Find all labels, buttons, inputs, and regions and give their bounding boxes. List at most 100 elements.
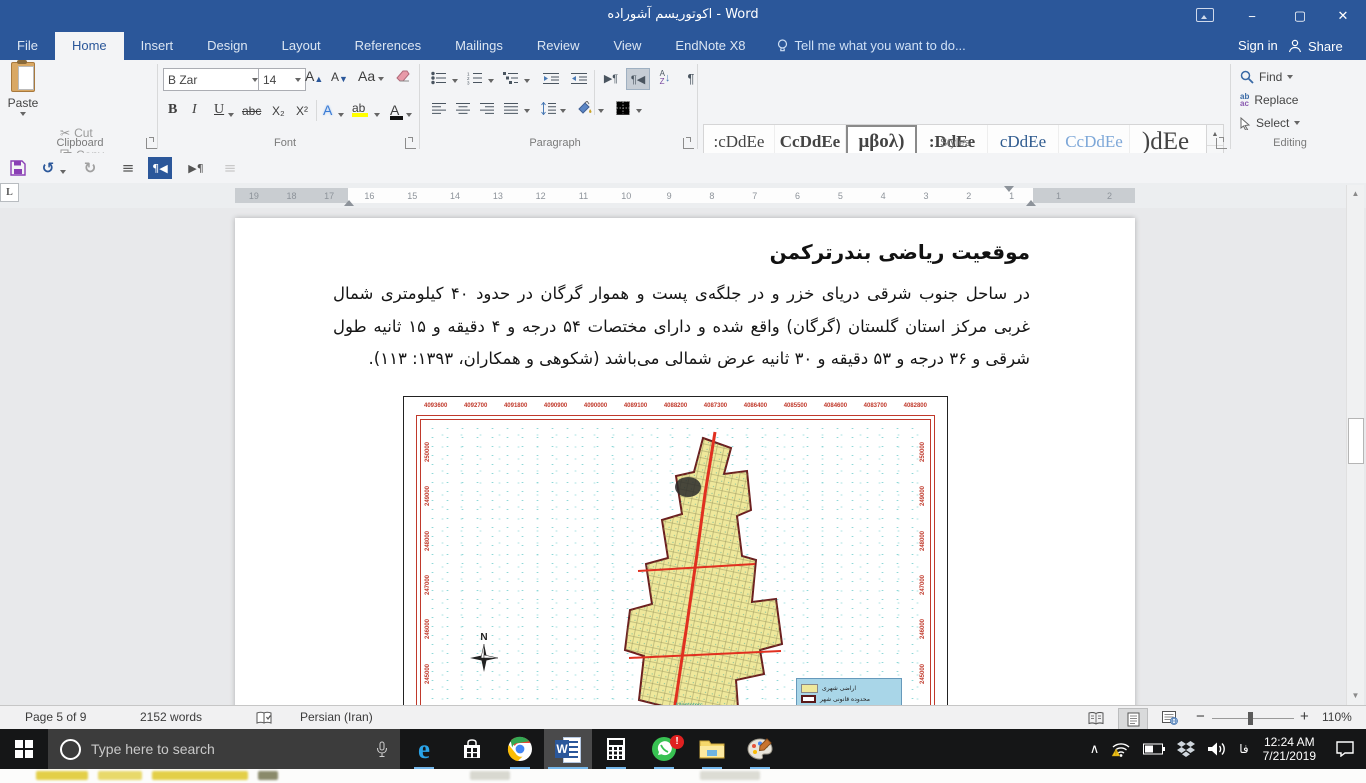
text-effects-button[interactable]: A bbox=[323, 102, 332, 118]
taskbar-store[interactable] bbox=[448, 729, 496, 769]
select-button[interactable]: Select bbox=[1240, 116, 1300, 130]
font-size-combobox[interactable]: 14 bbox=[258, 68, 306, 91]
zoom-slider-thumb[interactable] bbox=[1248, 712, 1253, 725]
scroll-up-arrow[interactable]: ▲ bbox=[1349, 186, 1362, 201]
subscript-button[interactable]: X₂ bbox=[272, 104, 285, 118]
taskbar-edge[interactable]: e bbox=[400, 729, 448, 769]
read-mode-button[interactable] bbox=[1082, 708, 1110, 728]
zoom-out-button[interactable]: − bbox=[1196, 708, 1205, 725]
align-right-button[interactable] bbox=[476, 98, 498, 118]
vertical-scrollbar[interactable]: ▲ ▼ bbox=[1346, 185, 1364, 705]
ribbon-display-options-icon[interactable] bbox=[1196, 8, 1214, 22]
sort-button[interactable]: AZ↓ bbox=[654, 68, 676, 88]
paragraph-dialog-launcher[interactable] bbox=[683, 138, 694, 149]
line-spacing-dropdown[interactable] bbox=[560, 109, 566, 116]
bullets-dropdown[interactable] bbox=[452, 79, 458, 86]
grow-font-button[interactable]: A▲ bbox=[305, 68, 323, 84]
text-effects-dropdown[interactable] bbox=[338, 113, 344, 120]
tab-mailings[interactable]: Mailings bbox=[438, 32, 520, 60]
clipboard-dialog-launcher[interactable] bbox=[146, 138, 157, 149]
line-spacing-button[interactable] bbox=[538, 98, 560, 118]
taskbar-search-box[interactable]: Type here to search bbox=[48, 729, 400, 769]
map-figure[interactable]: 4093600409270040918004090900409000040891… bbox=[403, 396, 948, 705]
multilevel-dropdown[interactable] bbox=[524, 79, 530, 86]
print-layout-button[interactable] bbox=[1118, 708, 1148, 730]
change-case-button[interactable]: Aa bbox=[358, 68, 384, 84]
decrease-indent-button[interactable] bbox=[540, 68, 562, 88]
numbering-button[interactable]: 123 bbox=[464, 68, 486, 88]
share-button[interactable]: Share bbox=[1288, 32, 1343, 60]
left-indent-marker[interactable] bbox=[344, 195, 354, 206]
font-dialog-launcher[interactable] bbox=[405, 138, 416, 149]
scroll-down-arrow[interactable]: ▼ bbox=[1349, 688, 1362, 703]
strikethrough-button[interactable]: abc bbox=[242, 104, 261, 118]
document-page[interactable]: موقعیت ریاضی بندرترکمن در ساحل جنوب شرقی… bbox=[235, 218, 1135, 705]
increase-indent-button[interactable] bbox=[568, 68, 590, 88]
sign-in-link[interactable]: Sign in bbox=[1238, 38, 1278, 53]
italic-button[interactable]: I bbox=[192, 102, 197, 118]
justify-button[interactable] bbox=[500, 98, 522, 118]
first-line-indent-marker[interactable] bbox=[1004, 186, 1014, 197]
taskbar-explorer[interactable] bbox=[688, 729, 736, 769]
find-button[interactable]: Find bbox=[1240, 70, 1293, 84]
scrollbar-thumb[interactable] bbox=[1348, 418, 1364, 464]
tab-view[interactable]: View bbox=[596, 32, 658, 60]
align-left-button[interactable] bbox=[428, 98, 450, 118]
shrink-font-button[interactable]: A▼ bbox=[331, 70, 348, 84]
rtl-direction-button[interactable]: ¶◀ bbox=[626, 68, 650, 90]
undo-button[interactable]: ↺ bbox=[36, 157, 60, 179]
qat-ghost-button[interactable]: ≡ bbox=[218, 157, 242, 179]
taskbar-calculator[interactable] bbox=[592, 729, 640, 769]
action-center-icon[interactable] bbox=[1324, 729, 1366, 769]
redo-button[interactable]: ↻ bbox=[78, 157, 102, 179]
font-color-button[interactable]: A bbox=[390, 102, 399, 118]
tell-me-box[interactable]: Tell me what you want to do... bbox=[763, 32, 966, 60]
tab-design[interactable]: Design bbox=[190, 32, 264, 60]
taskbar-paint[interactable] bbox=[736, 729, 784, 769]
volume-icon[interactable] bbox=[1201, 729, 1233, 769]
proofing-icon[interactable] bbox=[256, 711, 272, 725]
font-color-dropdown[interactable] bbox=[406, 113, 412, 120]
close-button[interactable]: ✕ bbox=[1320, 0, 1366, 32]
justify-dropdown[interactable] bbox=[524, 109, 530, 116]
tab-endnote[interactable]: EndNote X8 bbox=[658, 32, 762, 60]
language-indicator[interactable]: Persian (Iran) bbox=[300, 710, 373, 724]
page-indicator[interactable]: Page 5 of 9 bbox=[25, 710, 86, 724]
replace-button[interactable]: abac Replace bbox=[1240, 93, 1298, 107]
highlight-dropdown[interactable] bbox=[374, 113, 380, 120]
input-language-indicator[interactable]: فا bbox=[1233, 729, 1254, 769]
align-qat-button[interactable]: ≡ bbox=[116, 157, 140, 179]
clear-formatting-button[interactable] bbox=[395, 68, 411, 82]
align-center-button[interactable] bbox=[452, 98, 474, 118]
word-count[interactable]: 2152 words bbox=[140, 710, 202, 724]
borders-button[interactable] bbox=[612, 98, 634, 118]
dropbox-icon[interactable] bbox=[1171, 729, 1201, 769]
highlight-button[interactable]: ab bbox=[352, 101, 365, 115]
save-button[interactable] bbox=[6, 157, 30, 179]
tray-expand-chevron[interactable]: ∧ bbox=[1084, 729, 1106, 769]
numbering-dropdown[interactable] bbox=[488, 79, 494, 86]
bullets-button[interactable] bbox=[428, 68, 450, 88]
undo-dropdown[interactable] bbox=[60, 170, 66, 177]
superscript-button[interactable]: X² bbox=[296, 104, 308, 118]
borders-dropdown[interactable] bbox=[636, 109, 642, 116]
multilevel-list-button[interactable] bbox=[500, 68, 522, 88]
start-button[interactable] bbox=[0, 729, 48, 769]
battery-icon[interactable] bbox=[1137, 729, 1171, 769]
hanging-indent-marker[interactable] bbox=[1026, 195, 1036, 206]
taskbar-whatsapp[interactable]: ! bbox=[640, 729, 688, 769]
zoom-slider-track[interactable] bbox=[1212, 718, 1294, 719]
web-layout-button[interactable] bbox=[1156, 708, 1184, 728]
show-marks-button[interactable]: ¶ bbox=[680, 68, 702, 88]
taskbar-chrome[interactable] bbox=[496, 729, 544, 769]
paste-button[interactable]: Paste bbox=[0, 62, 46, 134]
font-name-combobox[interactable]: B Zar bbox=[163, 68, 263, 91]
shading-button[interactable] bbox=[574, 98, 596, 118]
zoom-percentage[interactable]: 110% bbox=[1322, 710, 1352, 724]
rtl-direction-qat-button[interactable]: ¶◀ bbox=[148, 157, 172, 179]
ltr-direction-button[interactable]: ▶¶ bbox=[600, 68, 622, 88]
tab-stop-selector[interactable]: L bbox=[0, 183, 19, 202]
tab-layout[interactable]: Layout bbox=[265, 32, 338, 60]
underline-button[interactable]: U bbox=[214, 102, 224, 118]
tab-review[interactable]: Review bbox=[520, 32, 597, 60]
